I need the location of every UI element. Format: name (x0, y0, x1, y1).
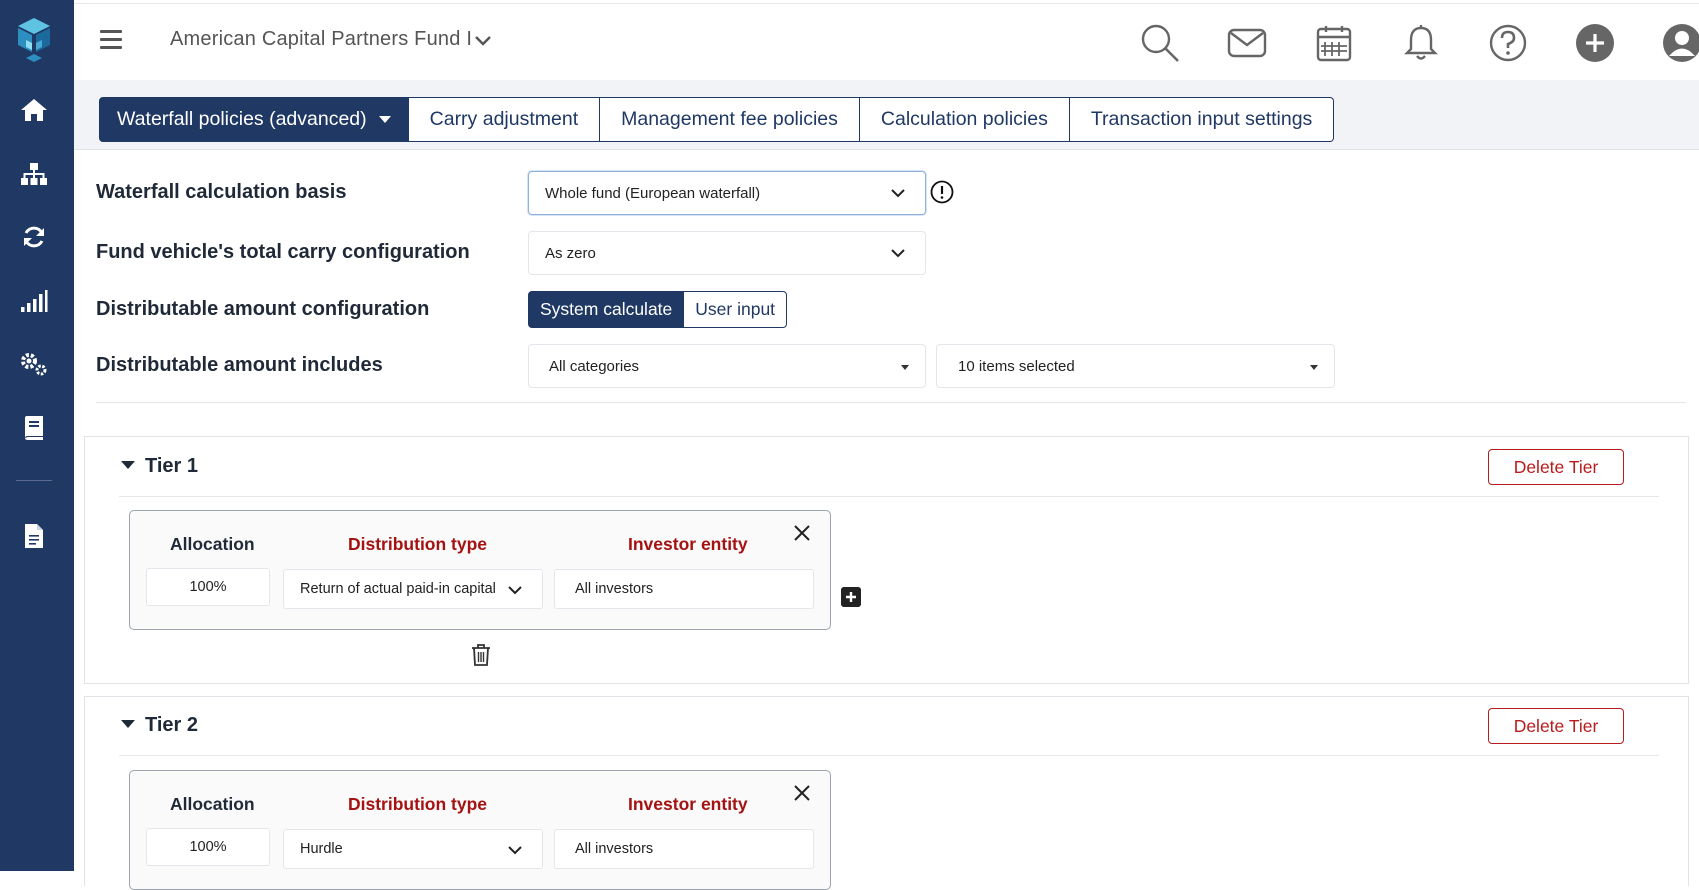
distribution-type-header: Distribution type (348, 534, 488, 554)
distribution-type-select[interactable]: Hurdle (283, 829, 543, 869)
tab-label: Carry adjustment (429, 108, 579, 130)
chevron-down-icon (891, 249, 905, 258)
carry-config-label: Fund vehicle's total carry configuration (96, 241, 470, 263)
allocation-header: Allocation (170, 794, 255, 814)
signal-bars-icon[interactable] (18, 285, 50, 317)
user-input-option[interactable]: User input (684, 291, 788, 328)
mail-icon[interactable] (1226, 22, 1268, 64)
calc-basis-value: Whole fund (European waterfall) (545, 184, 761, 202)
distribution-type-value: Return of actual paid-in capital (300, 581, 496, 597)
fund-switcher-chevron-icon[interactable] (472, 30, 494, 52)
collapse-caret-icon (121, 720, 135, 728)
caret-down-icon (901, 365, 909, 370)
delete-tier-2-button[interactable]: Delete Tier (1488, 708, 1624, 744)
tier-2-allocation-card: Allocation Distribution type Investor en… (129, 770, 831, 890)
search-icon[interactable] (1139, 22, 1181, 64)
distribution-type-select[interactable]: Return of actual paid-in capital (283, 569, 543, 609)
tab-transaction-input-settings[interactable]: Transaction input settings (1069, 97, 1335, 142)
add-allocation-icon[interactable] (841, 587, 861, 607)
user-avatar-icon[interactable] (1661, 22, 1699, 64)
home-icon[interactable] (18, 94, 50, 126)
app-logo-icon[interactable] (12, 16, 56, 64)
tier-2-title: Tier 2 (145, 714, 198, 736)
chevron-down-icon (891, 189, 905, 198)
refresh-icon[interactable] (18, 221, 50, 253)
close-icon[interactable] (792, 783, 812, 803)
info-alert-icon[interactable] (930, 180, 954, 204)
tier-1-toggle[interactable]: Tier 1 (121, 455, 198, 478)
calc-basis-label: Waterfall calculation basis (96, 181, 347, 203)
tier-1-title: Tier 1 (145, 455, 198, 477)
chevron-down-icon (508, 586, 522, 595)
sidebar-divider (16, 480, 52, 481)
allocation-header: Allocation (170, 534, 255, 554)
tab-label: Calculation policies (880, 108, 1048, 130)
sidebar (0, 0, 74, 871)
dropdown-caret-icon (378, 116, 391, 123)
tab-calculation-policies[interactable]: Calculation policies (859, 97, 1070, 142)
tier-2-toggle[interactable]: Tier 2 (121, 714, 198, 737)
notification-bell-icon[interactable] (1400, 22, 1442, 64)
allocation-input[interactable]: 100% (146, 828, 270, 866)
chevron-down-icon (508, 846, 522, 855)
investor-entity-field[interactable]: All investors (554, 569, 814, 609)
document-icon[interactable] (18, 520, 50, 552)
delete-tier-1-button[interactable]: Delete Tier (1488, 449, 1624, 485)
system-calculate-option[interactable]: System calculate (528, 291, 685, 328)
tab-carry-adjustment[interactable]: Carry adjustment (408, 97, 601, 142)
carry-config-value: As zero (545, 244, 596, 262)
org-chart-icon[interactable] (18, 158, 50, 190)
distributable-config-label: Distributable amount configuration (96, 298, 430, 320)
calc-basis-select[interactable]: Whole fund (European waterfall) (528, 171, 926, 215)
tab-management-fee-policies[interactable]: Management fee policies (600, 97, 860, 142)
caret-down-icon (1310, 365, 1318, 370)
tab-label: Management fee policies (621, 108, 838, 130)
allocation-input[interactable]: 100% (146, 568, 270, 606)
distribution-type-header: Distribution type (348, 794, 488, 814)
top-header: American Capital Partners Fund I (74, 3, 1699, 80)
items-value: 10 items selected (958, 357, 1075, 375)
help-icon[interactable] (1487, 22, 1529, 64)
tier-divider (119, 496, 1659, 497)
category-select[interactable]: All categories (528, 344, 926, 388)
tab-waterfall-policies[interactable]: Waterfall policies (advanced) (99, 97, 409, 142)
section-divider (96, 402, 1686, 403)
policy-tab-strip: Waterfall policies (advanced) Carry adju… (74, 80, 1699, 150)
investor-entity-header: Investor entity (628, 794, 748, 814)
category-value: All categories (549, 357, 640, 375)
tier-1-panel: Tier 1 Delete Tier Allocation Distributi… (84, 436, 1689, 684)
items-multiselect[interactable]: 10 items selected (936, 344, 1335, 388)
close-icon[interactable] (792, 523, 812, 543)
fund-title[interactable]: American Capital Partners Fund I (170, 28, 472, 51)
tier-divider (119, 755, 1659, 756)
carry-config-select[interactable]: As zero (528, 231, 926, 275)
hamburger-menu-icon[interactable] (100, 30, 122, 50)
distributable-includes-label: Distributable amount includes (96, 354, 383, 376)
distributable-config-toggle: System calculate User input (528, 291, 788, 328)
tier-1-allocation-card: Allocation Distribution type Investor en… (129, 510, 831, 630)
collapse-caret-icon (121, 461, 135, 469)
add-new-icon[interactable] (1574, 22, 1616, 64)
tab-label: Waterfall policies (advanced) (117, 108, 367, 130)
trash-icon[interactable] (470, 643, 492, 667)
distribution-type-value: Hurdle (300, 841, 343, 857)
policy-tabs: Waterfall policies (advanced) Carry adju… (99, 97, 1335, 142)
gears-icon[interactable] (18, 348, 50, 380)
investor-entity-field[interactable]: All investors (554, 829, 814, 869)
book-icon[interactable] (18, 412, 50, 444)
investor-entity-header: Investor entity (628, 534, 748, 554)
tier-2-panel: Tier 2 Delete Tier Allocation Distributi… (84, 696, 1689, 890)
tab-label: Transaction input settings (1090, 108, 1313, 130)
calendar-icon[interactable] (1313, 22, 1355, 64)
